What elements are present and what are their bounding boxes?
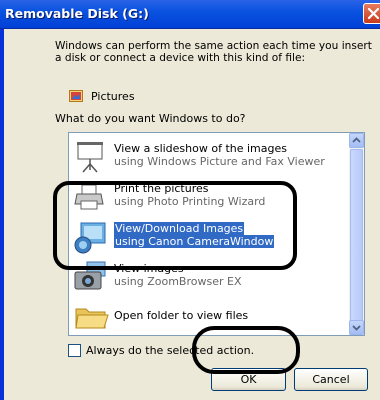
ok-button[interactable]: OK [211, 368, 286, 391]
close-icon [367, 7, 380, 20]
action-title: Print the pictures [114, 182, 209, 195]
scroll-down-button[interactable] [349, 320, 364, 335]
action-title: View/Download Images [114, 222, 245, 235]
action-subtitle: using Canon CameraWindow [114, 235, 275, 248]
scroll-thumb[interactable] [350, 149, 363, 321]
action-title: View a slideshow of the images [114, 142, 287, 155]
action-subtitle: using Windows Picture and Fax Viewer [114, 155, 325, 168]
camera-window-icon [73, 220, 109, 259]
zoombrowser-camera-icon [73, 260, 109, 299]
dialog-body: Windows can perform the same action each… [4, 29, 380, 400]
question-text: What do you want Windows to do? [55, 112, 246, 125]
window-title: Removable Disk (G:) [5, 6, 149, 21]
list-item-open-folder[interactable]: Open folder to view files [69, 297, 349, 335]
cancel-button[interactable]: Cancel [294, 368, 368, 391]
listbox-scrollbar[interactable] [349, 133, 364, 335]
content-type-label: Pictures [91, 90, 135, 103]
action-title: View images [114, 262, 184, 275]
list-item-camerawindow[interactable]: View/Download Images using Canon CameraW… [69, 217, 349, 257]
always-do-checkbox[interactable] [68, 344, 81, 357]
action-subtitle: using Photo Printing Wizard [114, 195, 266, 208]
chevron-up-icon [352, 137, 361, 143]
chevron-down-icon [352, 325, 361, 331]
intro-line-1: Windows can perform the same action each… [55, 40, 372, 52]
list-item-slideshow[interactable]: View a slideshow of the images using Win… [69, 137, 349, 177]
list-item-zoombrowser[interactable]: View images using ZoomBrowser EX [69, 257, 349, 297]
projector-screen-icon [73, 140, 107, 177]
list-item-print[interactable]: Print the pictures using Photo Printing … [69, 177, 349, 217]
action-title: Open folder to view files [114, 309, 249, 322]
scroll-up-button[interactable] [349, 133, 364, 148]
pictures-icon [69, 90, 83, 105]
action-listbox[interactable]: View a slideshow of the images using Win… [68, 132, 365, 336]
intro-text: Windows can perform the same action each… [55, 40, 372, 64]
printer-icon [73, 180, 107, 217]
always-do-label[interactable]: Always do the selected action. [86, 344, 254, 357]
action-subtitle: using ZoomBrowser EX [114, 275, 242, 288]
folder-icon [73, 300, 109, 335]
close-button[interactable] [363, 3, 380, 24]
title-bar[interactable]: Removable Disk (G:) [0, 0, 380, 29]
autoplay-dialog-window: Removable Disk (G:) Windows can perform … [0, 0, 380, 400]
intro-line-2: a disk or connect a device with this kin… [55, 52, 306, 64]
